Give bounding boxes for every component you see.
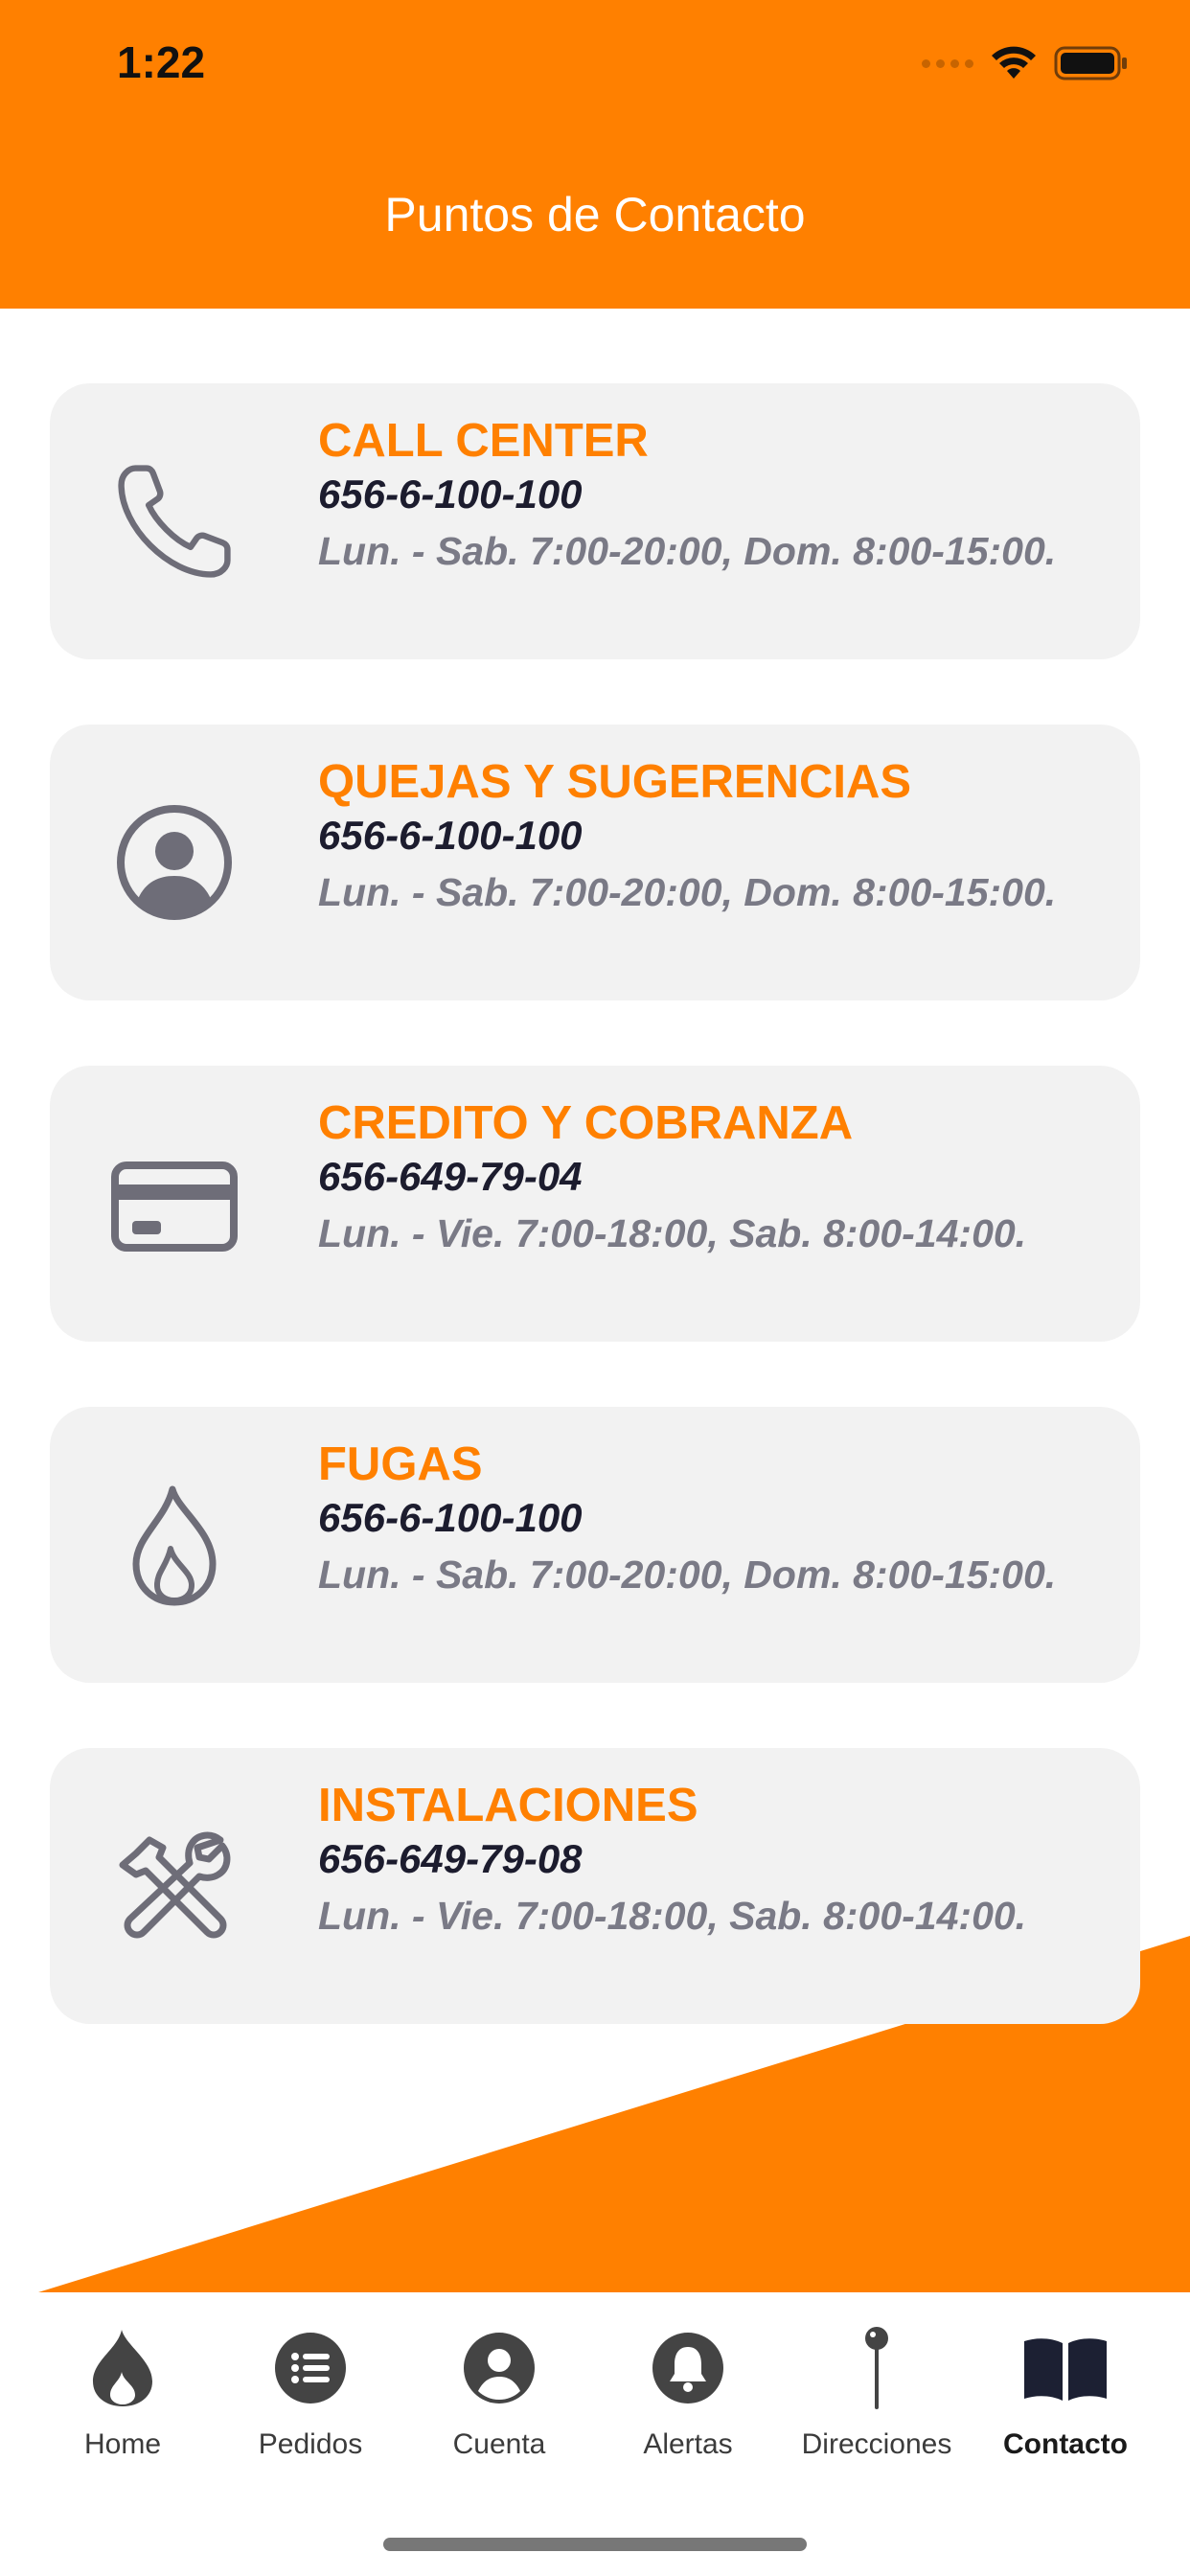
tab-cuenta[interactable]: Cuenta <box>405 2325 593 2461</box>
bell-icon <box>594 2325 782 2411</box>
contact-title: CREDITO Y COBRANZA <box>318 1097 854 1149</box>
contact-card-instalaciones[interactable]: INSTALACIONES 656-649-79-08 Lun. - Vie. … <box>50 1748 1140 2024</box>
tab-home[interactable]: Home <box>29 2325 217 2461</box>
contact-card-quejas[interactable]: QUEJAS Y SUGERENCIAS 656-6-100-100 Lun. … <box>50 724 1140 1000</box>
contact-title: CALL CENTER <box>318 415 649 467</box>
tab-bar: Home Pedidos Cuenta Alertas Direcciones … <box>0 2292 1190 2576</box>
app-header: 1:22 Puntos de Contacto <box>0 0 1190 309</box>
contact-list: CALL CENTER 656-6-100-100 Lun. - Sab. 7:… <box>50 383 1140 2089</box>
contact-phone[interactable]: 656-6-100-100 <box>318 809 1104 862</box>
flame-icon <box>107 1478 241 1612</box>
tab-label: Home <box>83 2428 162 2460</box>
contact-title: INSTALACIONES <box>318 1780 698 1831</box>
list-icon <box>217 2325 404 2411</box>
user-icon <box>405 2325 593 2411</box>
tab-label: Pedidos <box>258 2428 363 2460</box>
credit-card-icon <box>107 1137 241 1271</box>
pin-icon <box>783 2325 971 2411</box>
contact-title: FUGAS <box>318 1438 483 1490</box>
contact-hours: Lun. - Vie. 7:00-18:00, Sab. 8:00-14:00. <box>318 1211 1027 1255</box>
tab-label: Cuenta <box>452 2428 546 2460</box>
contact-hours: Lun. - Vie. 7:00-18:00, Sab. 8:00-14:00. <box>318 1894 1027 1938</box>
tab-alertas[interactable]: Alertas <box>594 2325 782 2461</box>
tab-label: Direcciones <box>801 2428 952 2460</box>
contact-hours: Lun. - Sab. 7:00-20:00, Dom. 8:00-15:00. <box>318 870 1057 914</box>
contact-card-call-center[interactable]: CALL CENTER 656-6-100-100 Lun. - Sab. 7:… <box>50 383 1140 659</box>
contact-title: QUEJAS Y SUGERENCIAS <box>318 756 912 808</box>
status-icons <box>922 42 1129 84</box>
status-time: 1:22 <box>117 37 206 87</box>
user-circle-icon <box>107 795 241 930</box>
home-indicator[interactable] <box>383 2538 807 2551</box>
contact-card-credito[interactable]: CREDITO Y COBRANZA 656-649-79-04 Lun. - … <box>50 1066 1140 1342</box>
contact-phone[interactable]: 656-649-79-04 <box>318 1150 1104 1204</box>
flame-icon <box>29 2325 217 2411</box>
wifi-icon <box>992 46 1036 79</box>
page-title: Puntos de Contacto <box>384 188 806 242</box>
tab-contacto[interactable]: Contacto <box>972 2325 1159 2461</box>
tab-label: Contacto <box>1003 2428 1128 2460</box>
tools-icon <box>107 1819 241 1953</box>
tab-label: Alertas <box>643 2428 733 2460</box>
tab-pedidos[interactable]: Pedidos <box>217 2325 404 2461</box>
contact-phone[interactable]: 656-6-100-100 <box>318 1491 1104 1545</box>
battery-icon <box>1054 46 1127 80</box>
contact-hours: Lun. - Sab. 7:00-20:00, Dom. 8:00-15:00. <box>318 1552 1057 1597</box>
contact-hours: Lun. - Sab. 7:00-20:00, Dom. 8:00-15:00. <box>318 529 1057 573</box>
contact-card-fugas[interactable]: FUGAS 656-6-100-100 Lun. - Sab. 7:00-20:… <box>50 1407 1140 1683</box>
tab-direcciones[interactable]: Direcciones <box>783 2325 971 2461</box>
contact-phone[interactable]: 656-649-79-08 <box>318 1832 1104 1886</box>
phone-icon <box>107 454 241 588</box>
book-icon <box>972 2325 1159 2411</box>
cellular-signal-icon <box>922 58 973 68</box>
contact-phone[interactable]: 656-6-100-100 <box>318 468 1104 521</box>
